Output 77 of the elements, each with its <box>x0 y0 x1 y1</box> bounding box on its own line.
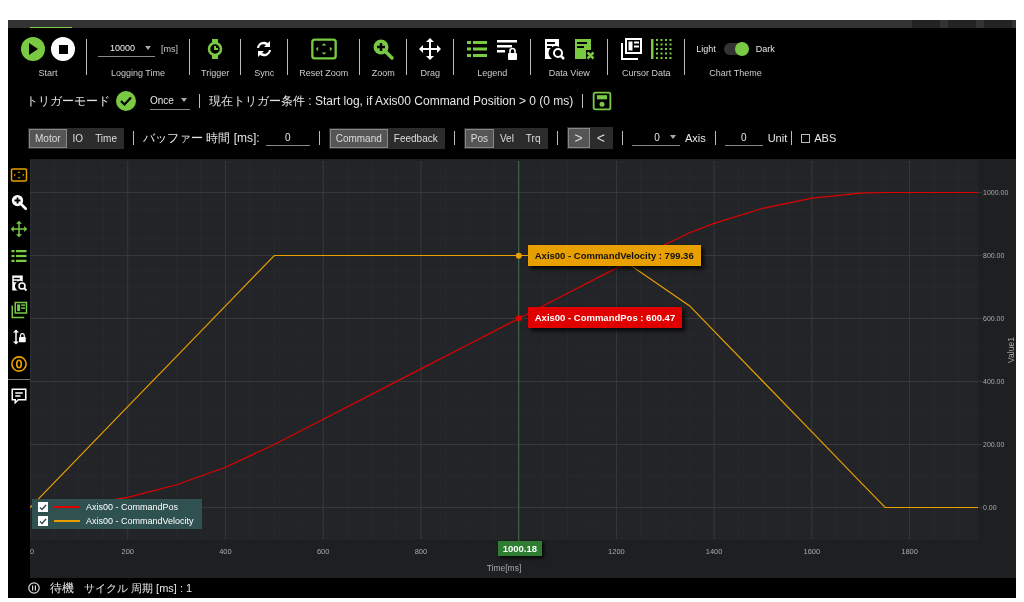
theme-option-label: Light <box>696 44 716 54</box>
filter-tab[interactable]: Command <box>329 128 388 148</box>
logging-time-field[interactable]: 10000 <box>98 41 156 57</box>
caret-icon <box>180 98 187 102</box>
panels-icon[interactable] <box>10 301 28 319</box>
cursor-time-label: 1000.18 <box>497 541 543 556</box>
axis-label: Axis <box>684 132 706 144</box>
toolbar-label: Reset Zoom <box>299 68 349 78</box>
cycle-period-text: サイクル 周期 [ms] : 1 <box>84 580 193 596</box>
tab-indicator <box>30 27 72 28</box>
toolbar-label: Drag <box>420 68 440 78</box>
move-arrows-icon[interactable] <box>418 37 443 61</box>
filter-tab[interactable]: < <box>589 128 612 148</box>
data-point <box>515 252 522 259</box>
toolbar-label: Data View <box>548 68 590 78</box>
filter-tab[interactable]: > <box>567 128 590 148</box>
comment-icon[interactable] <box>10 387 28 405</box>
vertical-lock-icon[interactable] <box>10 328 28 346</box>
filter-tab[interactable]: Motor <box>29 128 67 148</box>
fit-frame-icon[interactable] <box>10 166 28 184</box>
toolbar-label: Trigger <box>201 68 230 78</box>
data-point <box>515 315 522 322</box>
toolbar-label: Sync <box>254 68 275 78</box>
x-axis-title: Time[ms] <box>486 563 522 573</box>
legend-label: Axis00 - CommandVelocity <box>86 516 194 526</box>
toolbar-label: Legend <box>477 68 508 78</box>
document-search-icon[interactable] <box>10 274 28 292</box>
buffer-time-field[interactable]: 0 <box>265 130 310 146</box>
legend-checkbox[interactable] <box>38 502 48 512</box>
dotted-grid-icon[interactable] <box>649 37 674 61</box>
zoom-in-icon[interactable] <box>10 193 28 211</box>
value-tooltip: Axis00 - CommandPos : 600.47 <box>527 307 683 329</box>
trigger-check-icon[interactable] <box>116 91 136 111</box>
unit-label: [ms] <box>161 44 179 54</box>
save-icon[interactable] <box>592 91 613 111</box>
buffer-time-label: バッファー 時間 [ms]: <box>143 129 260 147</box>
theme-toggle[interactable] <box>723 43 748 55</box>
filter-tab[interactable]: Vel <box>493 128 520 148</box>
stop-icon <box>58 44 68 54</box>
filter-tab[interactable]: Pos <box>464 128 494 148</box>
status-text: 待機 <box>50 579 74 597</box>
document-remove-icon[interactable] <box>572 37 597 61</box>
filter-tab[interactable]: Time <box>89 128 123 148</box>
move-arrows-icon[interactable] <box>10 220 28 238</box>
legend-label: Axis00 - CommandPos <box>86 502 179 512</box>
trigger-condition-text: 現在トリガー条件 : Start log, if Axis00 Command Position > 0 (0 ms) <box>208 92 574 110</box>
list-lock-icon[interactable] <box>495 37 520 61</box>
list-icon[interactable] <box>10 247 28 265</box>
cursor-line[interactable] <box>518 160 520 544</box>
trigger-mode-label: トリガーモード <box>26 92 110 110</box>
caret-icon <box>669 135 676 139</box>
filter-tab[interactable]: Trq <box>519 128 547 148</box>
toolbar-label: Zoom <box>371 68 395 78</box>
panels-icon[interactable] <box>619 37 644 61</box>
toolbar-label: Chart Theme <box>709 68 762 78</box>
toolbar-label: Start <box>38 68 58 78</box>
abs-checkbox[interactable] <box>801 133 811 143</box>
toolbar-label: Cursor Data <box>622 68 671 78</box>
pause-icon[interactable] <box>28 582 40 594</box>
theme-option-label: Dark <box>755 44 775 54</box>
play-button[interactable] <box>21 37 45 61</box>
filter-tab[interactable]: Feedback <box>387 128 444 148</box>
stop-button[interactable] <box>51 37 75 61</box>
play-icon <box>28 43 38 55</box>
abs-label: ABS <box>814 132 837 144</box>
axis-dropdown[interactable]: 0 <box>631 130 680 146</box>
zero-circle-icon[interactable] <box>10 355 28 373</box>
unit-field[interactable]: 0 <box>724 130 763 146</box>
trigger-mode-dropdown[interactable]: Once <box>150 92 190 110</box>
y-axis-title: Value1 <box>1006 337 1016 363</box>
zoom-in-icon[interactable] <box>371 37 396 61</box>
filter-tab[interactable]: IO <box>66 128 90 148</box>
legend-checkbox[interactable] <box>38 516 48 526</box>
document-search-icon[interactable] <box>542 37 567 61</box>
caret-icon <box>145 46 152 50</box>
toolbar-label: Logging Time <box>111 68 166 78</box>
unit-label: Unit <box>767 132 788 144</box>
